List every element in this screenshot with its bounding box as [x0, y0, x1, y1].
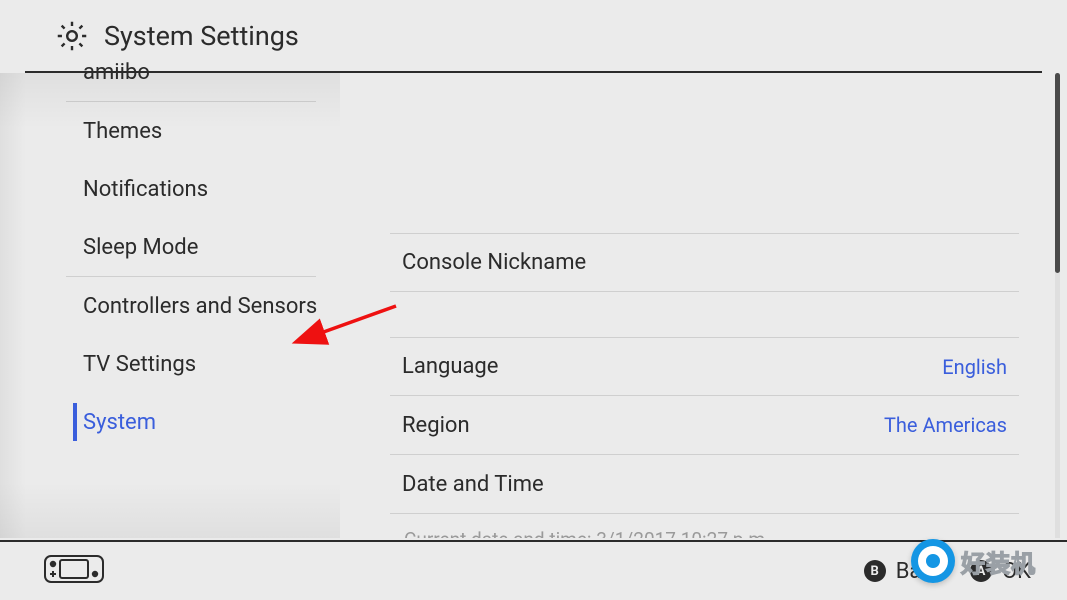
sidebar-item-tv-settings[interactable]: TV Settings [0, 335, 340, 393]
main: amiibo Themes Notifications Sleep Mode C… [0, 73, 1067, 538]
setting-row-date-and-time[interactable]: Date and Time [390, 455, 1019, 514]
current-date-time-text: Current date and time: 3/1/2017 10:27 p.… [390, 514, 1019, 538]
settings-panel: Console Nickname Language English Region… [340, 73, 1067, 538]
sidebar-item-system[interactable]: System [0, 393, 340, 451]
sidebar-item-label: Controllers and Sensors [83, 294, 317, 319]
a-button-icon: A [970, 560, 992, 582]
setting-value: The Americas [884, 413, 1007, 437]
ok-button[interactable]: A OK [970, 559, 1031, 584]
sidebar-item-sleep-mode[interactable]: Sleep Mode [0, 218, 340, 276]
back-label: Back [896, 559, 944, 584]
sidebar-item-amiibo[interactable]: amiibo [0, 43, 340, 101]
sidebar-item-controllers-and-sensors[interactable]: Controllers and Sensors [0, 277, 340, 335]
setting-value: English [942, 355, 1007, 379]
sidebar-item-themes[interactable]: Themes [0, 102, 340, 160]
sidebar-item-notifications[interactable]: Notifications [0, 160, 340, 218]
scrollbar-thumb[interactable] [1055, 73, 1060, 273]
ok-label: OK [1002, 559, 1031, 584]
setting-label: Console Nickname [402, 250, 586, 275]
setting-row-language[interactable]: Language English [390, 337, 1019, 396]
sidebar-list: amiibo Themes Notifications Sleep Mode C… [0, 43, 340, 451]
sidebar-item-label: Themes [83, 119, 162, 144]
footer: B Back A OK [0, 540, 1067, 600]
sidebar-item-label: Sleep Mode [83, 235, 198, 260]
sidebar: amiibo Themes Notifications Sleep Mode C… [0, 73, 340, 538]
setting-row-console-nickname[interactable]: Console Nickname [390, 233, 1019, 292]
sidebar-item-label: TV Settings [83, 352, 196, 377]
sidebar-item-label: System [83, 410, 156, 435]
setting-label: Date and Time [402, 472, 544, 497]
sidebar-item-label: amiibo [83, 60, 150, 85]
controller-icon [44, 555, 104, 587]
setting-row-region[interactable]: Region The Americas [390, 396, 1019, 455]
setting-label: Region [402, 413, 470, 438]
sidebar-item-label: Notifications [83, 177, 208, 202]
back-button[interactable]: B Back [864, 559, 944, 584]
setting-label: Language [402, 354, 498, 379]
b-button-icon: B [864, 560, 886, 582]
